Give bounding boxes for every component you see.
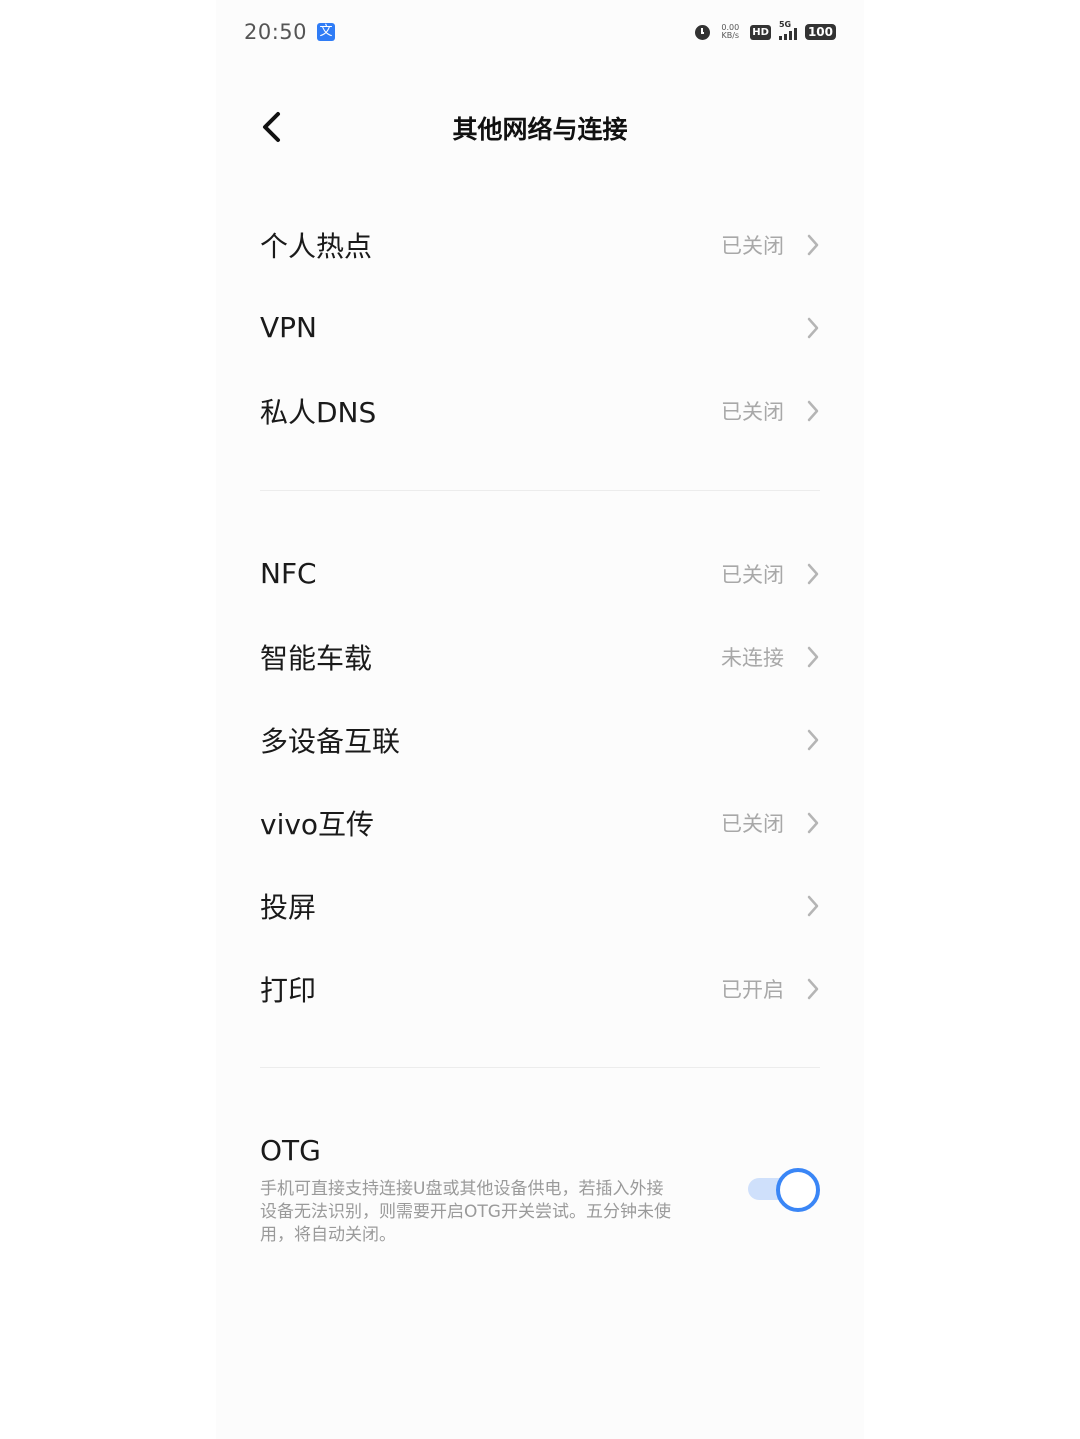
setting-row-vpn[interactable]: VPN xyxy=(260,286,820,369)
chevron-right-icon xyxy=(807,317,819,338)
chevron-right-icon xyxy=(807,978,819,999)
chevron-right-icon xyxy=(807,563,819,584)
signal-bar xyxy=(783,34,787,40)
otg-toggle[interactable] xyxy=(748,1168,820,1212)
setting-label: NFC xyxy=(260,557,317,590)
signal-bar xyxy=(788,31,792,40)
chevron-right-icon xyxy=(807,234,819,255)
chevron-right-icon xyxy=(807,400,819,421)
setting-label: vivo互传 xyxy=(260,807,375,841)
setting-row-cast[interactable]: 投屏 xyxy=(260,864,820,947)
setting-row-hotspot[interactable]: 个人热点 已关闭 xyxy=(260,203,820,286)
chevron-right-icon xyxy=(807,729,819,750)
setting-label: VPN xyxy=(260,311,317,344)
otg-description: 手机可直接支持连接U盘或其他设备供电，若插入外接设备无法识别，则需要开启OTG开… xyxy=(260,1179,671,1245)
setting-row-nfc[interactable]: NFC 已关闭 xyxy=(260,532,820,615)
alarm-icon xyxy=(695,24,711,40)
input-method-icon: 文 xyxy=(317,23,336,41)
setting-status: 已关闭 xyxy=(721,399,784,424)
status-left: 20:50 文 xyxy=(244,20,336,44)
network-type: 5G xyxy=(778,20,792,29)
setting-row-print[interactable]: 打印 已开启 xyxy=(260,947,820,1030)
chevron-right-icon xyxy=(807,646,819,667)
setting-label: 多设备互联 xyxy=(260,724,401,758)
setting-row-vivo-share[interactable]: vivo互传 已关闭 xyxy=(260,781,820,864)
chevron-right-icon xyxy=(807,812,819,833)
section-divider xyxy=(260,1067,820,1068)
setting-status: 已关闭 xyxy=(721,562,784,587)
signal-bar xyxy=(793,28,797,40)
battery-icon: 100 xyxy=(804,24,836,40)
setting-status: 已开启 xyxy=(721,977,784,1002)
toggle-thumb xyxy=(776,1168,820,1212)
setting-status: 已关闭 xyxy=(721,233,784,258)
setting-row-multi-device[interactable]: 多设备互联 xyxy=(260,698,820,781)
setting-label: 私人DNS xyxy=(260,395,377,429)
phone-screen: 20:50 文 0.00 KB/s HD 5G 100 其他网络与连接 个人热点… xyxy=(216,0,864,1439)
setting-status: 已关闭 xyxy=(721,811,784,836)
setting-label: 投屏 xyxy=(260,890,317,924)
setting-row-private-dns[interactable]: 私人DNS 已关闭 xyxy=(260,369,820,452)
page-title: 其他网络与连接 xyxy=(452,115,628,144)
network-speed: 0.00 KB/s xyxy=(718,24,742,40)
settings-group-connections: NFC 已关闭 智能车载 未连接 多设备互联 vivo互传 已关闭 投屏 打印 … xyxy=(260,532,820,1030)
otg-title: OTG xyxy=(260,1134,321,1167)
network-speed-unit: KB/s xyxy=(721,31,740,40)
chevron-right-icon xyxy=(807,895,819,916)
otg-setting: OTG 手机可直接支持连接U盘或其他设备供电，若插入外接设备无法识别，则需要开启… xyxy=(260,1128,820,1258)
setting-row-car[interactable]: 智能车载 未连接 xyxy=(260,615,820,698)
hd-voice-icon: HD xyxy=(750,24,771,40)
setting-label: 打印 xyxy=(260,973,317,1007)
settings-group-network: 个人热点 已关闭 VPN 私人DNS 已关闭 xyxy=(260,203,820,452)
setting-label: 智能车载 xyxy=(260,641,373,675)
status-bar: 20:50 文 0.00 KB/s HD 5G 100 xyxy=(244,14,836,50)
signal-bar xyxy=(778,36,782,40)
status-time: 20:50 xyxy=(244,20,308,44)
header: 其他网络与连接 xyxy=(216,100,864,154)
status-right: 0.00 KB/s HD 5G 100 xyxy=(695,20,836,40)
section-divider xyxy=(260,490,820,491)
setting-status: 未连接 xyxy=(721,645,784,670)
signal-icon: 5G xyxy=(778,20,797,40)
setting-label: 个人热点 xyxy=(260,229,373,263)
